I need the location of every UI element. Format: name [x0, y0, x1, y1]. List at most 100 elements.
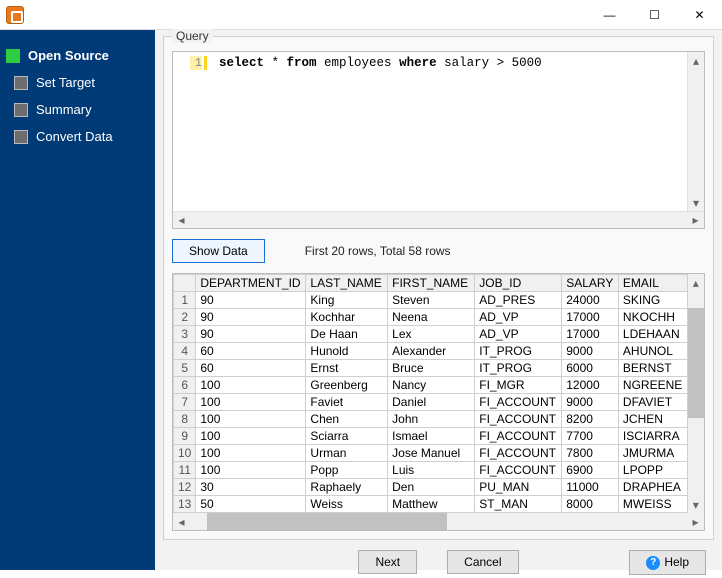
- column-header[interactable]: JOB_ID: [475, 275, 562, 292]
- cell[interactable]: DRAPHEA: [618, 479, 687, 496]
- cell[interactable]: 7700: [562, 428, 619, 445]
- sql-editor[interactable]: 1 select * from employees where salary >…: [172, 51, 705, 229]
- cell[interactable]: Greenberg: [306, 377, 388, 394]
- cell[interactable]: 60: [196, 343, 306, 360]
- cell[interactable]: 100: [196, 411, 306, 428]
- table-vertical-scrollbar[interactable]: ▴ ▾: [688, 274, 704, 513]
- table-row[interactable]: 560ErnstBruceIT_PROG6000BERNST: [174, 360, 688, 377]
- cell[interactable]: IT_PROG: [475, 343, 562, 360]
- table-row[interactable]: 11100PoppLuisFI_ACCOUNT6900LPOPP: [174, 462, 688, 479]
- cell[interactable]: 100: [196, 394, 306, 411]
- table-row[interactable]: 6100GreenbergNancyFI_MGR12000NGREENE: [174, 377, 688, 394]
- cell[interactable]: Faviet: [306, 394, 388, 411]
- cell[interactable]: 30: [196, 479, 306, 496]
- sidebar-item-convert-data[interactable]: Convert Data: [4, 123, 147, 150]
- maximize-button[interactable]: ☐: [632, 0, 677, 29]
- scroll-up-icon[interactable]: ▴: [688, 52, 705, 69]
- scroll-left-icon[interactable]: ◂: [173, 513, 190, 530]
- cell[interactable]: 8200: [562, 411, 619, 428]
- cell[interactable]: 8000: [562, 496, 619, 513]
- cell[interactable]: 60: [196, 360, 306, 377]
- cell[interactable]: De Haan: [306, 326, 388, 343]
- cell[interactable]: MWEISS: [618, 496, 687, 513]
- cell[interactable]: John: [388, 411, 475, 428]
- cell[interactable]: 50: [196, 496, 306, 513]
- cell[interactable]: LPOPP: [618, 462, 687, 479]
- cell[interactable]: Neena: [388, 309, 475, 326]
- cell[interactable]: Sciarra: [306, 428, 388, 445]
- cell[interactable]: JMURMA: [618, 445, 687, 462]
- cell[interactable]: Ismael: [388, 428, 475, 445]
- cell[interactable]: 90: [196, 326, 306, 343]
- cell[interactable]: BERNST: [618, 360, 687, 377]
- cell[interactable]: 100: [196, 445, 306, 462]
- cell[interactable]: 90: [196, 309, 306, 326]
- sql-text[interactable]: select * from employees where salary > 5…: [213, 52, 687, 211]
- cell[interactable]: 100: [196, 377, 306, 394]
- scrollbar-thumb[interactable]: [207, 513, 447, 530]
- cell[interactable]: FI_ACCOUNT: [475, 428, 562, 445]
- next-button[interactable]: Next: [358, 550, 417, 574]
- table-row[interactable]: 7100FavietDanielFI_ACCOUNT9000DFAVIET: [174, 394, 688, 411]
- table-row[interactable]: 460HunoldAlexanderIT_PROG9000AHUNOL: [174, 343, 688, 360]
- cell[interactable]: PU_MAN: [475, 479, 562, 496]
- results-table[interactable]: DEPARTMENT_IDLAST_NAMEFIRST_NAMEJOB_IDSA…: [173, 274, 688, 513]
- sidebar-item-open-source[interactable]: Open Source: [4, 42, 147, 69]
- column-header[interactable]: DEPARTMENT_ID: [196, 275, 306, 292]
- cell[interactable]: 6900: [562, 462, 619, 479]
- cell[interactable]: 9000: [562, 394, 619, 411]
- cell[interactable]: FI_ACCOUNT: [475, 394, 562, 411]
- cell[interactable]: 17000: [562, 326, 619, 343]
- cell[interactable]: AHUNOL: [618, 343, 687, 360]
- sidebar-item-set-target[interactable]: Set Target: [4, 69, 147, 96]
- cell[interactable]: ISCIARRA: [618, 428, 687, 445]
- scroll-down-icon[interactable]: ▾: [688, 496, 704, 513]
- cell[interactable]: Raphaely: [306, 479, 388, 496]
- cancel-button[interactable]: Cancel: [447, 550, 518, 574]
- cell[interactable]: 9000: [562, 343, 619, 360]
- column-header[interactable]: LAST_NAME: [306, 275, 388, 292]
- editor-vertical-scrollbar[interactable]: ▴ ▾: [687, 52, 704, 211]
- cell[interactable]: FI_ACCOUNT: [475, 462, 562, 479]
- cell[interactable]: JCHEN: [618, 411, 687, 428]
- cell[interactable]: 6000: [562, 360, 619, 377]
- cell[interactable]: Den: [388, 479, 475, 496]
- cell[interactable]: 11000: [562, 479, 619, 496]
- cell[interactable]: Steven: [388, 292, 475, 309]
- show-data-button[interactable]: Show Data: [172, 239, 265, 263]
- editor-horizontal-scrollbar[interactable]: ◂ ▸: [173, 211, 704, 228]
- table-row[interactable]: 1230RaphaelyDenPU_MAN11000DRAPHEA: [174, 479, 688, 496]
- cell[interactable]: AD_VP: [475, 309, 562, 326]
- cell[interactable]: 24000: [562, 292, 619, 309]
- close-button[interactable]: ✕: [677, 0, 722, 29]
- cell[interactable]: King: [306, 292, 388, 309]
- cell[interactable]: 7800: [562, 445, 619, 462]
- cell[interactable]: Nancy: [388, 377, 475, 394]
- cell[interactable]: FI_MGR: [475, 377, 562, 394]
- cell[interactable]: FI_ACCOUNT: [475, 445, 562, 462]
- cell[interactable]: NKOCHH: [618, 309, 687, 326]
- sidebar-item-summary[interactable]: Summary: [4, 96, 147, 123]
- column-header[interactable]: SALARY: [562, 275, 619, 292]
- cell[interactable]: Jose Manuel: [388, 445, 475, 462]
- cell[interactable]: FI_ACCOUNT: [475, 411, 562, 428]
- scroll-right-icon[interactable]: ▸: [687, 212, 704, 229]
- cell[interactable]: DFAVIET: [618, 394, 687, 411]
- cell[interactable]: LDEHAAN: [618, 326, 687, 343]
- cell[interactable]: Ernst: [306, 360, 388, 377]
- minimize-button[interactable]: —: [587, 0, 632, 29]
- cell[interactable]: 100: [196, 428, 306, 445]
- cell[interactable]: Urman: [306, 445, 388, 462]
- table-row[interactable]: 10100UrmanJose ManuelFI_ACCOUNT7800JMURM…: [174, 445, 688, 462]
- cell[interactable]: Alexander: [388, 343, 475, 360]
- scroll-up-icon[interactable]: ▴: [688, 274, 704, 291]
- cell[interactable]: SKING: [618, 292, 687, 309]
- cell[interactable]: 90: [196, 292, 306, 309]
- cell[interactable]: Lex: [388, 326, 475, 343]
- column-header[interactable]: FIRST_NAME: [388, 275, 475, 292]
- table-row[interactable]: 8100ChenJohnFI_ACCOUNT8200JCHEN: [174, 411, 688, 428]
- cell[interactable]: AD_VP: [475, 326, 562, 343]
- cell[interactable]: Daniel: [388, 394, 475, 411]
- cell[interactable]: Popp: [306, 462, 388, 479]
- cell[interactable]: Bruce: [388, 360, 475, 377]
